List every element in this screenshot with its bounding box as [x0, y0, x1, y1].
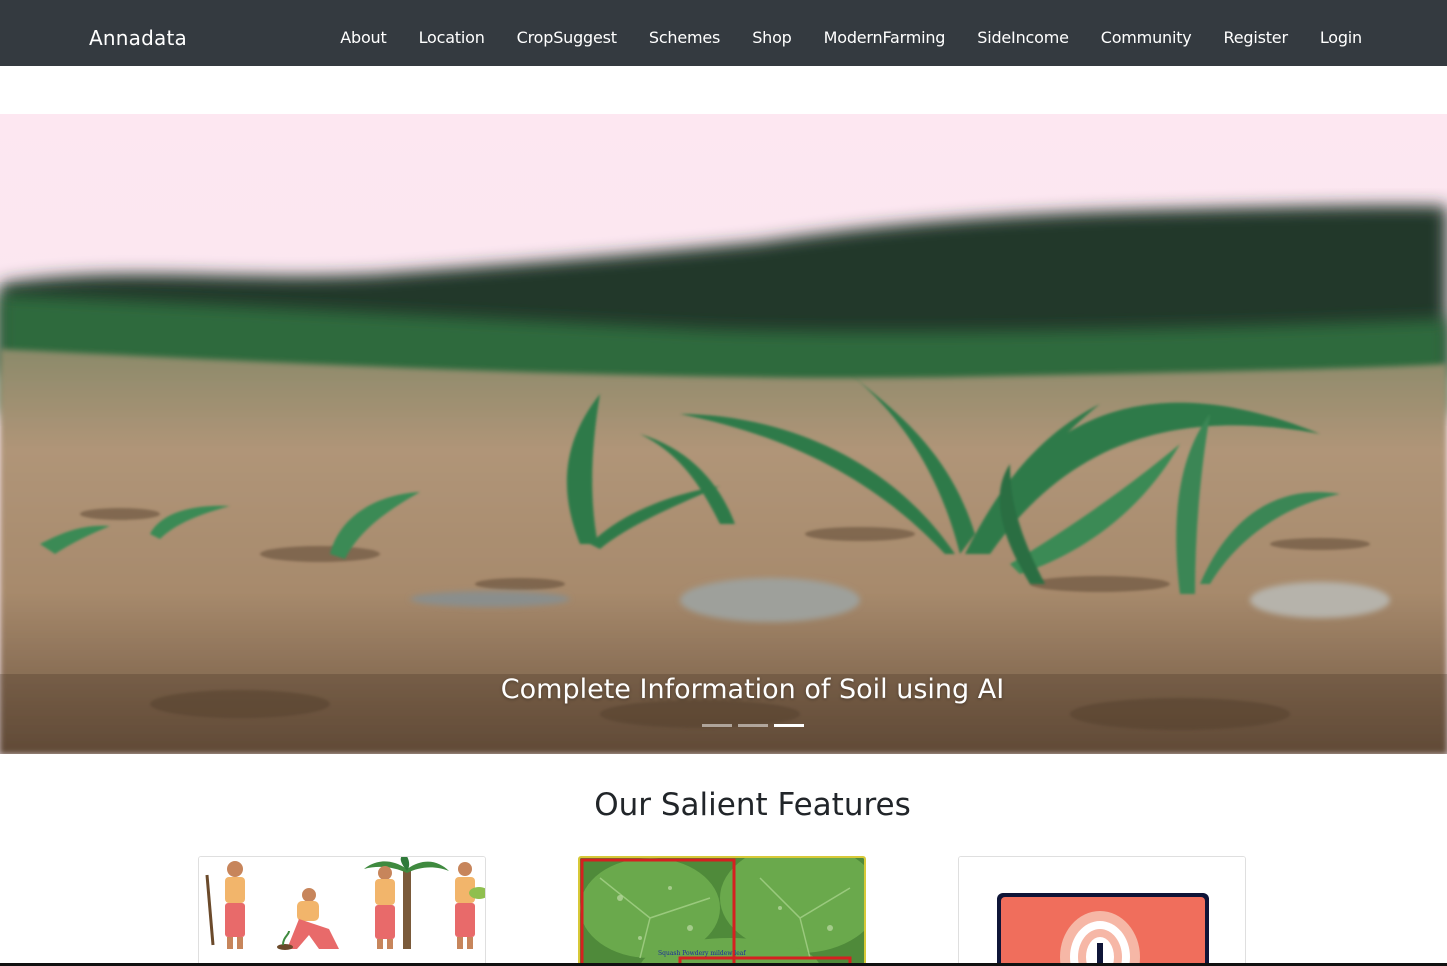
- leaf-detection-image: Squash Powdery mildew leaf: [580, 858, 864, 966]
- nav-link-register[interactable]: Register: [1208, 25, 1304, 51]
- podcast-icon: [959, 857, 1245, 966]
- brand-logo[interactable]: Annadata: [89, 24, 187, 52]
- nav-link-login[interactable]: Login: [1304, 25, 1378, 51]
- nav-link-schemes[interactable]: Schemes: [633, 25, 736, 51]
- feature-card-voice[interactable]: [958, 856, 1246, 966]
- farmers-illustration: [199, 857, 485, 966]
- carousel-caption: Complete Information of Soil using AI: [500, 674, 1005, 705]
- nav-link-about[interactable]: About: [324, 25, 402, 51]
- feature-card-farmers[interactable]: [198, 856, 486, 966]
- carousel-indicator-3-active[interactable]: [774, 724, 804, 727]
- top-navbar: Annadata About Location CropSuggest Sche…: [0, 0, 1447, 66]
- detection-label: Squash Powdery mildew leaf: [658, 950, 746, 957]
- nav-links: About Location CropSuggest Schemes Shop …: [324, 25, 1378, 51]
- hero-image-seedlings: [0, 114, 1447, 754]
- nav-link-sideincome[interactable]: SideIncome: [961, 25, 1084, 51]
- carousel-indicator-1[interactable]: [702, 724, 732, 727]
- nav-link-community[interactable]: Community: [1085, 25, 1208, 51]
- carousel-indicator-2[interactable]: [738, 724, 768, 727]
- nav-link-modernfarming[interactable]: ModernFarming: [808, 25, 962, 51]
- carousel-indicators: [702, 724, 804, 727]
- features-heading: Our Salient Features: [594, 787, 911, 823]
- nav-link-cropsuggest[interactable]: CropSuggest: [501, 25, 633, 51]
- feature-card-leaf-disease[interactable]: Squash Powdery mildew leaf: [578, 856, 866, 966]
- nav-link-location[interactable]: Location: [403, 25, 501, 51]
- hero-carousel: Complete Information of Soil using AI: [0, 114, 1447, 754]
- nav-link-shop[interactable]: Shop: [736, 25, 807, 51]
